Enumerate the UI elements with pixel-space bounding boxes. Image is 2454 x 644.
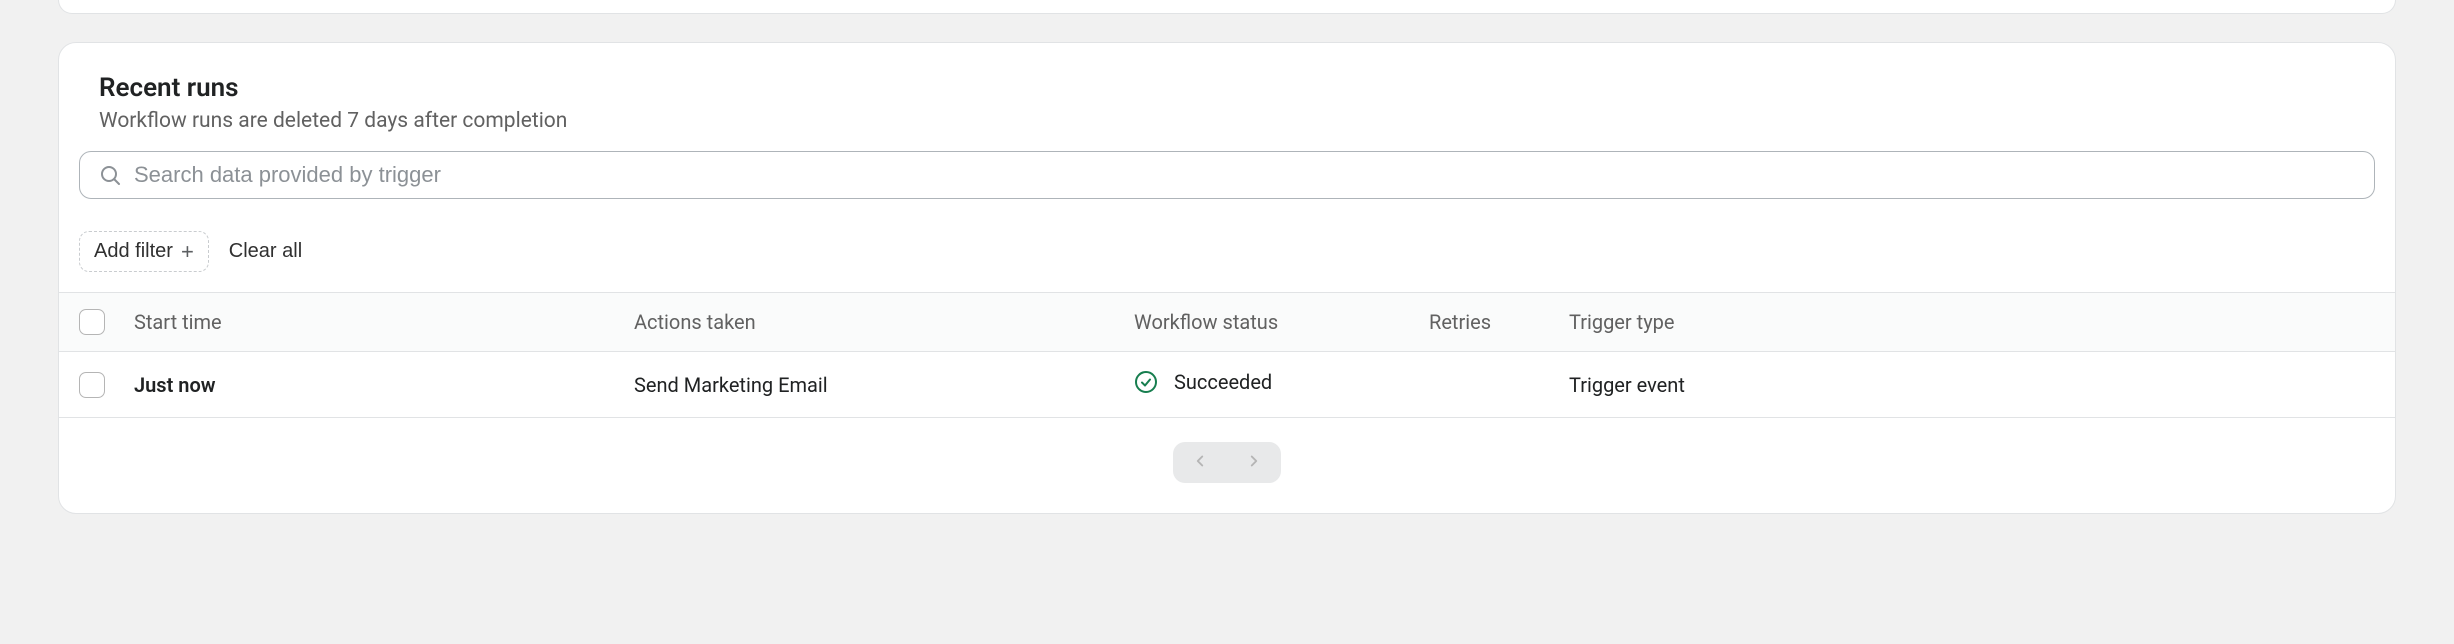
success-check-icon [1134,370,1158,394]
table-header-row: Start time Actions taken Workflow status… [59,293,2395,352]
col-header-retries[interactable]: Retries [1429,310,1569,334]
row-checkbox[interactable] [79,372,105,398]
card-subtitle: Workflow runs are deleted 7 days after c… [99,109,2355,133]
cell-start-time: Just now [134,373,634,397]
status-text: Succeeded [1174,370,1272,394]
pagination [59,418,2395,513]
recent-runs-card: Recent runs Workflow runs are deleted 7 … [58,42,2396,514]
table-row[interactable]: Just now Send Marketing Email Succeeded [59,352,2395,418]
cell-actions-taken: Send Marketing Email [634,373,1134,397]
chevron-left-icon [1191,452,1209,473]
col-header-workflow-status[interactable]: Workflow status [1134,310,1429,334]
filters-row: Add filter + Clear all [59,217,2395,293]
card-title: Recent runs [99,73,2355,103]
select-all-checkbox[interactable] [79,309,105,335]
next-page-button[interactable] [1227,442,1281,483]
clear-all-button[interactable]: Clear all [229,240,302,263]
col-header-start-time[interactable]: Start time [134,310,634,334]
cell-workflow-status: Succeeded [1134,370,1429,399]
previous-card-bottom [58,0,2396,14]
plus-icon: + [181,241,194,263]
prev-page-button[interactable] [1173,442,1227,483]
runs-table: Start time Actions taken Workflow status… [59,293,2395,418]
add-filter-label: Add filter [94,240,173,263]
search-box[interactable] [79,151,2375,199]
search-icon [98,163,122,187]
add-filter-button[interactable]: Add filter + [79,231,209,272]
search-input[interactable] [134,162,2356,188]
col-header-trigger-type[interactable]: Trigger type [1569,310,2375,334]
cell-trigger-type: Trigger event [1569,373,2375,397]
chevron-right-icon [1245,452,1263,473]
col-header-actions-taken[interactable]: Actions taken [634,310,1134,334]
card-header: Recent runs Workflow runs are deleted 7 … [59,43,2395,151]
